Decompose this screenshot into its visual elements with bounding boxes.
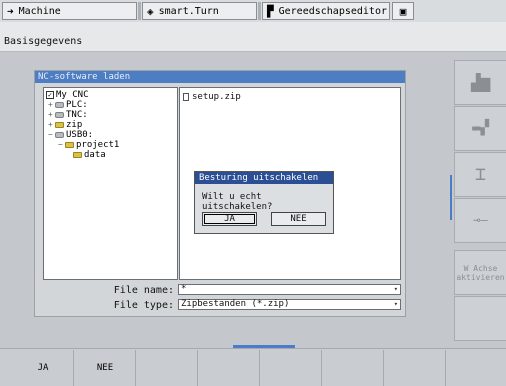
tree-item-data[interactable]: data <box>73 150 106 160</box>
panel-title: NC-software laden <box>35 71 405 83</box>
drive-icon <box>55 131 64 138</box>
tree-item-zip[interactable]: + zip <box>48 120 82 130</box>
file-name-input[interactable]: * ▾ <box>178 284 401 295</box>
folder-icon <box>65 141 74 148</box>
softkey-8[interactable] <box>447 350 506 386</box>
tab-save[interactable]: ▣ <box>392 2 414 20</box>
softkey-w-axis[interactable]: W Achse aktivieren <box>454 250 506 295</box>
softkey-v1[interactable]: ▟▆ <box>454 60 506 105</box>
softkey-ja[interactable]: JA <box>13 350 74 386</box>
tool-holder-icon: ⊸— <box>473 213 488 227</box>
dropdown-arrow-icon[interactable]: ▾ <box>394 285 398 294</box>
softkey-3[interactable] <box>137 350 198 386</box>
checkbox-icon: ✓ <box>46 90 54 99</box>
screen: ➜ Machine ◈ smart.Turn ▛ Gereedschapsedi… <box>0 0 506 386</box>
machine-icon: ▟▆ <box>470 73 491 92</box>
softkey-indicator <box>450 175 452 220</box>
softkey-v6[interactable] <box>454 296 506 341</box>
page-title: Basisgegevens <box>4 36 83 47</box>
drive-icon <box>55 101 64 108</box>
shutdown-dialog: Besturing uitschakelen Wilt u echt uitsc… <box>194 171 334 234</box>
folder-open-icon <box>73 151 82 158</box>
dialog-title: Besturing uitschakelen <box>195 172 333 184</box>
save-disk-icon: ▣ <box>399 4 407 18</box>
folder-icon <box>55 121 64 128</box>
tab-machine[interactable]: ➜ Machine <box>2 2 137 20</box>
file-name-label: File name: <box>113 285 174 296</box>
diamond-arrow-icon: ◈ <box>147 4 154 18</box>
dialog-message: Wilt u echt uitschakelen? <box>202 192 273 212</box>
expand-icon: + <box>48 100 53 109</box>
file-icon <box>183 92 189 101</box>
tailstock-icon: ⌶ <box>475 164 486 185</box>
softkey-7[interactable] <box>385 350 446 386</box>
expand-icon: + <box>48 120 53 129</box>
collapse-icon: − <box>58 140 63 149</box>
softkey-6[interactable] <box>323 350 384 386</box>
drive-icon <box>55 111 64 118</box>
file-type-label: File type: <box>113 300 174 311</box>
turret-icon: ▬▞ <box>472 120 489 136</box>
softkey-indicator <box>233 345 295 348</box>
tab-separator <box>138 2 141 20</box>
dropdown-arrow-icon[interactable]: ▾ <box>394 300 398 309</box>
tab-label: smart.Turn <box>158 5 219 17</box>
tab-smart-turn[interactable]: ◈ smart.Turn <box>142 2 257 20</box>
tree-item-my-cnc[interactable]: ✓ My CNC <box>46 90 89 100</box>
softkey-v2[interactable]: ▬▞ <box>454 106 506 151</box>
softkey-v4[interactable]: ⊸— <box>454 198 506 243</box>
tab-label: Machine <box>18 5 61 17</box>
tool-icon: ▛ <box>267 4 274 18</box>
tree-item-usb0[interactable]: − USB0: <box>48 130 93 140</box>
tab-separator <box>258 2 261 20</box>
file-type-select[interactable]: Zipbestanden (*.zip) ▾ <box>178 299 401 310</box>
tab-label: Gereedschapseditor <box>278 5 387 17</box>
tab-gereedschapseditor[interactable]: ▛ Gereedschapseditor <box>262 2 390 20</box>
softkey-5[interactable] <box>261 350 322 386</box>
yes-button[interactable]: JA <box>202 212 257 226</box>
tree-item-project1[interactable]: − project1 <box>58 140 119 150</box>
expand-icon: + <box>48 110 53 119</box>
softkey-4[interactable] <box>199 350 260 386</box>
softkey-v3[interactable]: ⌶ <box>454 152 506 197</box>
no-button[interactable]: NEE <box>271 212 326 226</box>
tree-item-plc[interactable]: + PLC: <box>48 100 88 110</box>
arrow-right-icon: ➜ <box>7 4 14 18</box>
softkey-nee[interactable]: NEE <box>75 350 136 386</box>
collapse-icon: − <box>48 130 53 139</box>
tree-item-tnc[interactable]: + TNC: <box>48 110 88 120</box>
file-item[interactable]: setup.zip <box>183 92 241 102</box>
